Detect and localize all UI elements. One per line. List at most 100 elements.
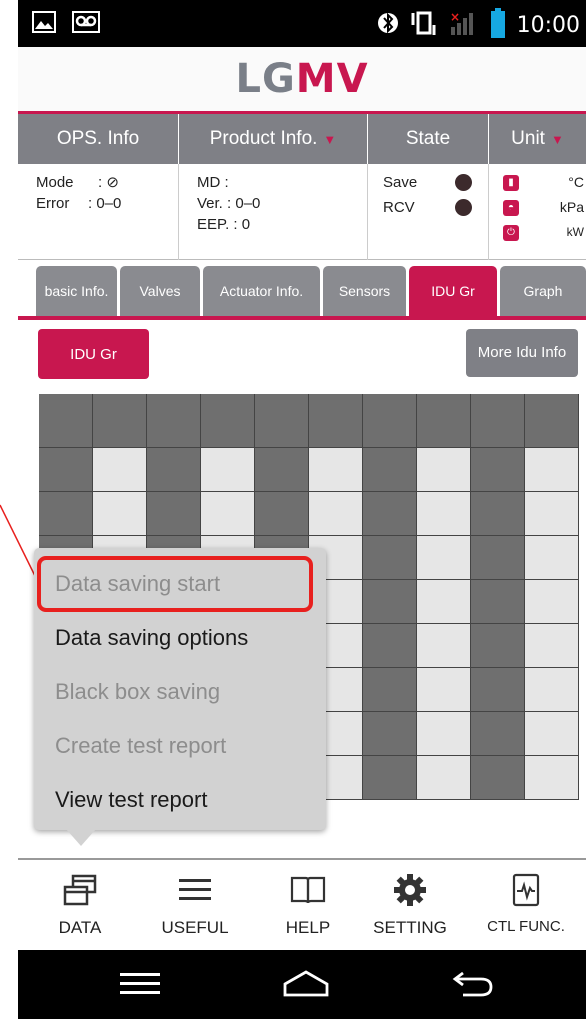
grid-cell <box>471 536 524 579</box>
grid-cell <box>417 668 470 711</box>
voicemail-icon <box>72 11 100 38</box>
more-idu-info-button[interactable]: More Idu Info <box>466 329 578 377</box>
vibrate-icon <box>411 9 437 42</box>
grid-cell <box>93 492 146 535</box>
grid-cell <box>471 492 524 535</box>
nav-data-label: DATA <box>58 918 102 937</box>
nav-useful[interactable]: USEFUL <box>140 860 250 950</box>
tab-valves[interactable]: Valves <box>120 266 200 316</box>
grid-cell <box>471 712 524 755</box>
system-nav-bar <box>18 950 586 1019</box>
grid-header-cell <box>417 394 470 447</box>
menu-item-data-saving-options[interactable]: Data saving options <box>34 611 326 665</box>
state-info: Save RCV <box>368 164 489 260</box>
rcv-indicator <box>455 199 472 216</box>
grid-cell <box>417 624 470 667</box>
grid-cell <box>471 624 524 667</box>
grid-cell <box>363 536 416 579</box>
tab-underline <box>18 316 586 320</box>
save-label: Save <box>383 174 418 191</box>
grid-cell <box>417 712 470 755</box>
power-icon: ⏻ <box>503 224 519 241</box>
grid-header-cell <box>93 394 146 447</box>
grid-cell <box>147 492 200 535</box>
grid-cell <box>525 624 578 667</box>
nav-ctl-func[interactable]: CTL FUNC. <box>471 860 581 950</box>
tab-actuator-info[interactable]: Actuator Info. <box>203 266 320 316</box>
battery-icon <box>490 8 505 43</box>
md-value: MD : <box>197 174 229 191</box>
menu-icon[interactable] <box>110 964 170 1004</box>
tab-sensors[interactable]: Sensors <box>323 266 406 316</box>
thermometer-icon: ▮ <box>503 174 519 191</box>
app-header: LGMV <box>18 47 586 111</box>
pulse-monitor-icon <box>511 870 541 910</box>
grid-cell <box>147 448 200 491</box>
power-unit: kW <box>566 225 584 239</box>
bluetooth-icon <box>377 10 399 41</box>
error-value: : 0–0 <box>88 195 122 212</box>
grid-cell <box>525 580 578 623</box>
grid-cell <box>363 624 416 667</box>
grid-cell <box>525 756 578 799</box>
grid-cell <box>363 448 416 491</box>
no-signal-icon: × <box>449 9 479 42</box>
pressure-unit: kPa <box>559 199 584 215</box>
grid-cell <box>417 536 470 579</box>
highlight-annotation <box>37 556 313 612</box>
nav-help[interactable]: HELP <box>253 860 363 950</box>
info-body: Mode: ⊘ Error: 0–0 MD : Ver. : 0–0 EEP. … <box>18 164 586 260</box>
menu-item-view-test-report[interactable]: View test report <box>34 773 326 827</box>
grid-cell <box>471 448 524 491</box>
product-info-dropdown[interactable]: Product Info. ▼ <box>179 114 368 164</box>
tab-graph[interactable]: Graph <box>500 266 586 316</box>
grid-header-cell <box>201 394 254 447</box>
grid-cell <box>417 580 470 623</box>
popup-arrow <box>66 829 96 846</box>
grid-header-cell <box>309 394 362 447</box>
mode-value: : ⊘ <box>98 174 119 191</box>
grid-cell <box>525 492 578 535</box>
nav-help-label: HELP <box>285 918 331 937</box>
grid-cell <box>93 448 146 491</box>
rcv-label: RCV <box>383 199 415 216</box>
temp-unit: °C <box>568 174 584 190</box>
ver-value: Ver. : 0–0 <box>197 195 261 212</box>
grid-cell <box>255 448 308 491</box>
clock: 10:00 <box>516 13 580 38</box>
grid-cell <box>525 712 578 755</box>
nav-setting-label: SETTING <box>373 918 447 937</box>
grid-cell <box>255 492 308 535</box>
grid-cell <box>471 580 524 623</box>
windows-icon <box>63 870 97 910</box>
product-info: MD : Ver. : 0–0 EEP. : 0 <box>179 164 368 260</box>
grid-cell <box>471 668 524 711</box>
state-header: State <box>368 114 489 164</box>
dropdown-triangle-icon: ▼ <box>323 131 337 147</box>
unit-info: ▮ °C ◓ kPa ⏻ kW <box>489 164 586 260</box>
unit-dropdown[interactable]: Unit ▼ <box>489 114 586 164</box>
menu-lines-icon <box>177 870 213 910</box>
dropdown-triangle-icon: ▼ <box>550 131 564 147</box>
grid-cell <box>309 448 362 491</box>
bottom-nav: DATA USEFUL HELP SETTING CTL FUNC. <box>18 860 586 950</box>
grid-cell <box>201 492 254 535</box>
grid-cell <box>363 492 416 535</box>
grid-header-cell <box>525 394 578 447</box>
nav-data[interactable]: DATA <box>25 860 135 950</box>
home-icon[interactable] <box>276 964 336 1004</box>
nav-setting[interactable]: SETTING <box>355 860 465 950</box>
grid-cell <box>417 756 470 799</box>
tab-idu-gr[interactable]: IDU Gr <box>409 266 497 316</box>
menu-item-create-test-report[interactable]: Create test report <box>34 719 326 773</box>
grid-cell <box>363 712 416 755</box>
menu-item-black-box-saving[interactable]: Black box saving <box>34 665 326 719</box>
grid-cell <box>471 756 524 799</box>
grid-header-cell <box>255 394 308 447</box>
book-icon <box>289 870 327 910</box>
back-icon[interactable] <box>442 964 502 1004</box>
save-indicator <box>455 174 472 191</box>
grid-cell <box>417 448 470 491</box>
grid-cell <box>417 492 470 535</box>
app-logo: LGMV <box>235 56 369 102</box>
